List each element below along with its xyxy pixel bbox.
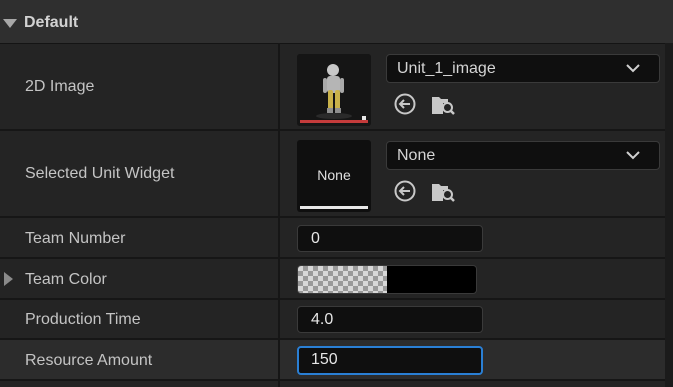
asset-picker-value: None <box>397 147 436 164</box>
asset-picker-2d-image[interactable]: Unit_1_image <box>386 54 660 83</box>
browse-to-asset-icon[interactable] <box>431 179 455 203</box>
use-selected-asset-icon[interactable] <box>393 179 417 203</box>
alpha-checker-preview <box>298 266 387 293</box>
resource-amount-input[interactable]: 150 <box>297 346 483 375</box>
property-label: Team Color <box>25 271 107 288</box>
scrollbar-track[interactable] <box>665 43 673 387</box>
property-label: Production Time <box>25 311 141 328</box>
column-divider[interactable] <box>278 43 280 387</box>
team-number-input[interactable]: 0 <box>297 225 483 252</box>
expand-arrow-icon[interactable] <box>4 272 13 286</box>
asset-type-color-bar <box>300 120 368 123</box>
input-value: 4.0 <box>311 311 334 328</box>
property-label: 2D Image <box>25 78 95 95</box>
asset-thumbnail-2d-image[interactable] <box>297 54 371 126</box>
browse-to-asset-icon[interactable] <box>431 92 455 116</box>
color-preview <box>387 266 476 293</box>
use-selected-asset-icon[interactable] <box>393 92 417 116</box>
asset-type-color-bar <box>300 206 368 209</box>
asset-picker-value: Unit_1_image <box>397 60 496 77</box>
asset-picker-selected-unit-widget[interactable]: None <box>386 141 660 170</box>
chevron-down-icon <box>626 151 640 160</box>
property-label: Team Number <box>25 230 126 247</box>
unit-character-image <box>297 54 371 126</box>
team-color-swatch[interactable] <box>297 265 477 294</box>
property-label: Selected Unit Widget <box>25 165 175 182</box>
category-title: Default <box>24 14 79 31</box>
input-value: 150 <box>311 351 338 368</box>
input-value: 0 <box>311 230 320 247</box>
asset-thumbnail-selected-unit-widget[interactable]: None <box>297 140 371 212</box>
category-header-default[interactable]: Default <box>0 5 673 44</box>
chevron-down-icon <box>626 64 640 73</box>
thumbnail-none-text: None <box>317 167 351 183</box>
property-label: Resource Amount <box>25 352 153 369</box>
production-time-input[interactable]: 4.0 <box>297 306 483 333</box>
collapse-arrow-icon[interactable] <box>3 19 17 28</box>
details-panel: Default 2D Image Unit_1_image Selected U… <box>0 0 673 387</box>
